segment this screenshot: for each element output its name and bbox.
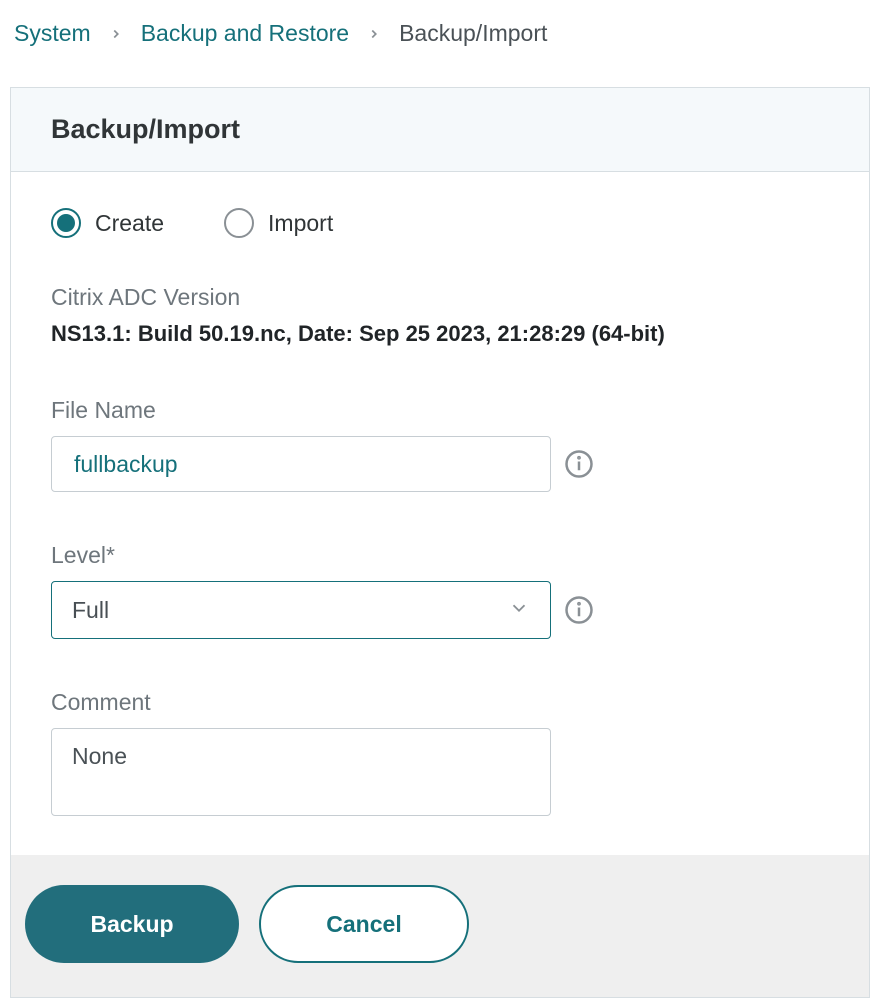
breadcrumb-link-system[interactable]: System — [14, 20, 91, 47]
version-block: Citrix ADC Version NS13.1: Build 50.19.n… — [51, 284, 829, 347]
radio-button-icon — [51, 208, 81, 238]
level-value: Full — [72, 597, 508, 624]
level-group: Level* Full — [51, 542, 829, 639]
radio-import[interactable]: Import — [224, 208, 333, 238]
panel-header: Backup/Import — [11, 88, 869, 172]
file-name-input[interactable] — [51, 436, 551, 492]
breadcrumb-current: Backup/Import — [399, 20, 547, 47]
file-name-label: File Name — [51, 397, 829, 424]
radio-create[interactable]: Create — [51, 208, 164, 238]
info-icon[interactable] — [563, 594, 595, 626]
chevron-right-icon — [367, 27, 381, 41]
comment-label: Comment — [51, 689, 829, 716]
file-name-group: File Name — [51, 397, 829, 492]
chevron-down-icon — [508, 597, 530, 624]
radio-label-create: Create — [95, 210, 164, 237]
radio-button-icon — [224, 208, 254, 238]
cancel-button[interactable]: Cancel — [259, 885, 469, 963]
page-title: Backup/Import — [51, 114, 829, 145]
info-icon[interactable] — [563, 448, 595, 480]
comment-textarea[interactable]: None — [51, 728, 551, 816]
panel-footer: Backup Cancel — [11, 855, 869, 997]
chevron-right-icon — [109, 27, 123, 41]
mode-radio-group: Create Import — [51, 208, 829, 238]
breadcrumb-link-backup-restore[interactable]: Backup and Restore — [141, 20, 349, 47]
panel-body: Create Import Citrix ADC Version NS13.1:… — [11, 172, 869, 855]
radio-label-import: Import — [268, 210, 333, 237]
comment-group: Comment None — [51, 689, 829, 821]
backup-button[interactable]: Backup — [25, 885, 239, 963]
breadcrumb: System Backup and Restore Backup/Import — [0, 0, 880, 67]
version-value: NS13.1: Build 50.19.nc, Date: Sep 25 202… — [51, 321, 829, 347]
version-label: Citrix ADC Version — [51, 284, 829, 311]
level-label: Level* — [51, 542, 829, 569]
backup-import-panel: Backup/Import Create Import Citrix ADC V… — [10, 87, 870, 998]
level-select[interactable]: Full — [51, 581, 551, 639]
